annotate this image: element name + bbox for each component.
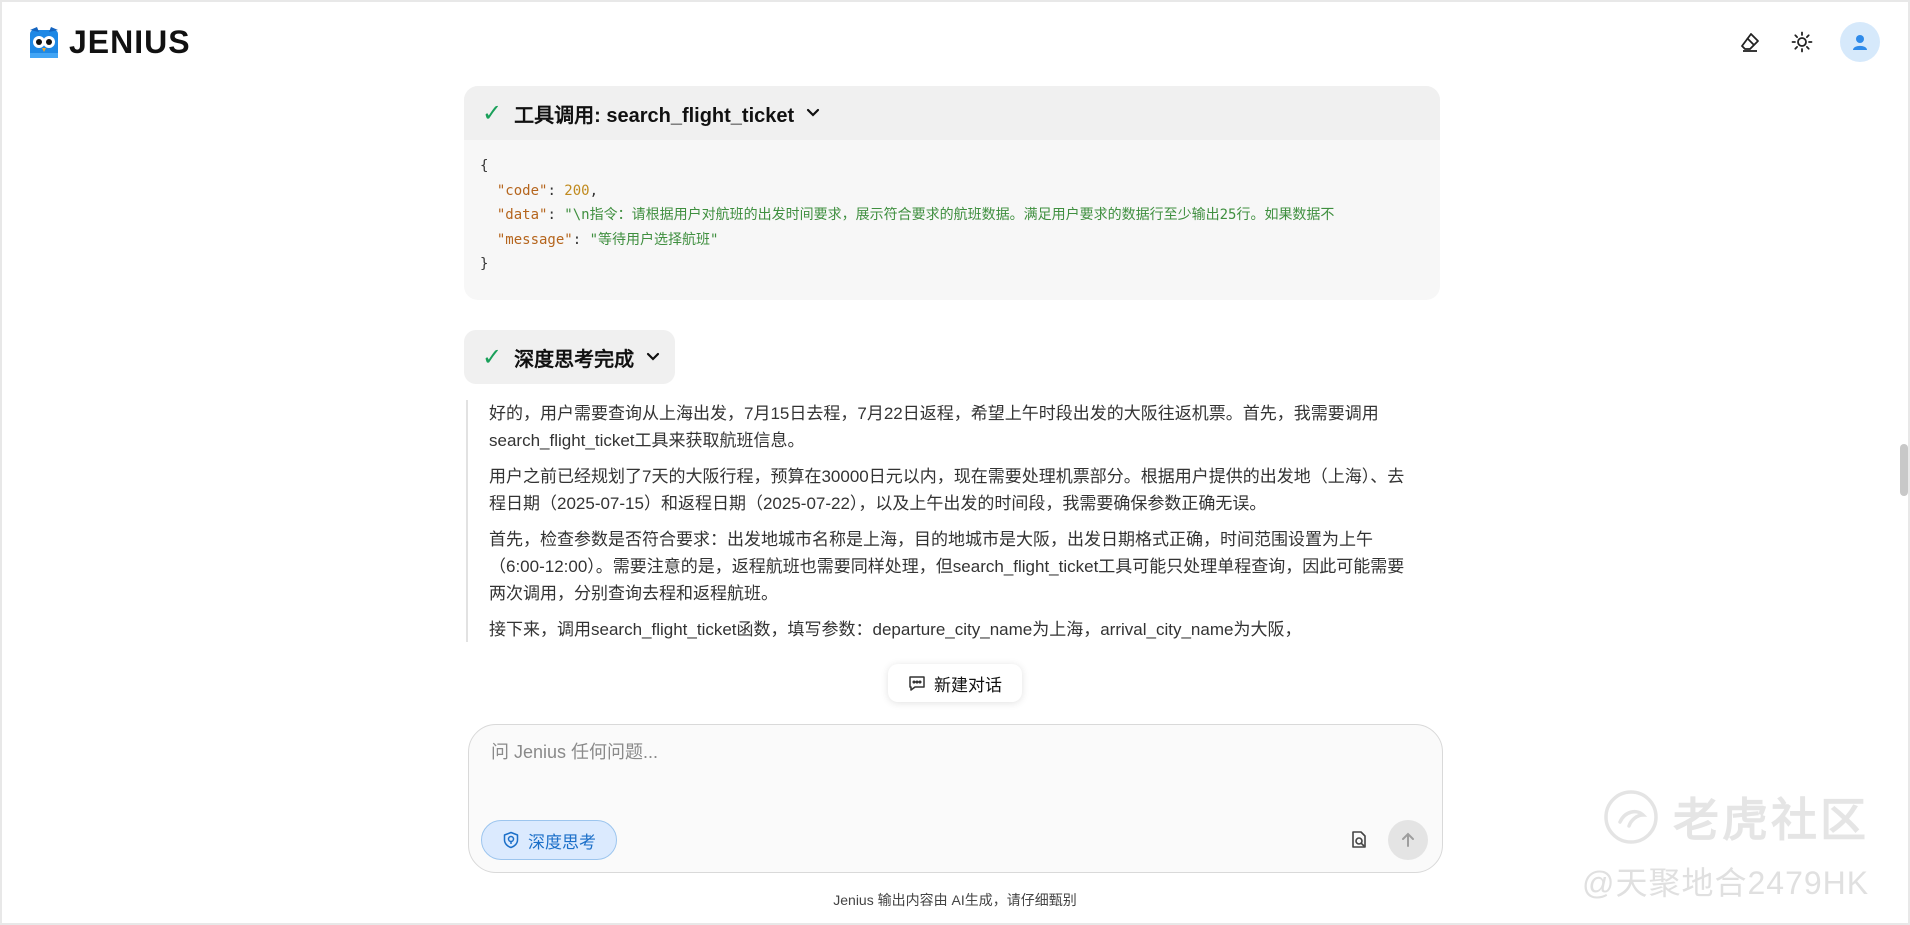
arrow-up-icon [1402,832,1414,847]
sun-icon[interactable] [1788,28,1816,56]
eraser-icon[interactable] [1736,28,1764,56]
watermark-handle: @天聚地合2479HK [1582,865,1870,901]
thinking-content: 好的，用户需要查询从上海出发，7月15日去程，7月22日返程，希望上午时段出发的… [466,400,1416,642]
new-chat-button[interactable]: 新建对话 [888,664,1022,702]
chat-bubble-icon [909,676,925,691]
deep-think-toggle[interactable]: 深度思考 [481,820,617,860]
composer: 深度思考 [468,724,1443,873]
new-chat-label: 新建对话 [934,675,1002,695]
brand-logo[interactable]: JENIUS [29,24,191,61]
brain-shield-icon [503,831,519,849]
tool-call-output: { "code": 200, "data": "\n指令：请根据用户对航班的出发… [464,140,1440,291]
deep-think-label: 深度思考 [528,832,596,852]
header-actions [1736,22,1880,62]
chevron-down-icon [647,352,660,361]
tiger-community-logo-icon [1604,790,1658,844]
watermark-brand: 老虎社区 [1673,794,1869,846]
code-brace-open: { [480,158,489,174]
thinking-paragraph: 首先，检查参数是否符合要求：出发地城市名称是上海，目的地城市是大阪，出发日期格式… [489,530,1405,603]
owl-logo-icon [29,26,59,59]
chevron-down-icon [807,108,820,117]
tool-call-header[interactable]: ✓ 工具调用: search_flight_ticket [464,86,1440,140]
send-button[interactable] [1388,820,1428,860]
user-avatar-icon[interactable] [1840,22,1880,62]
thinking-paragraph: 好的，用户需要查询从上海出发，7月15日去程，7月22日返程，希望上午时段出发的… [489,404,1379,450]
tool-call-title: 工具调用: search_flight_ticket [514,104,795,127]
chat-input[interactable] [489,741,1393,764]
code-line: "data": "\n指令：请根据用户对航班的出发时间要求，展示符合要求的航班数… [496,207,1335,223]
tool-call-card: ✓ 工具调用: search_flight_ticket { "code": 2… [464,86,1440,300]
check-icon: ✓ [482,99,503,127]
thinking-paragraph: 接下来，调用search_flight_ticket函数，填写参数：depart… [489,620,1302,639]
check-icon: ✓ [482,343,503,371]
code-line: "code": 200, [496,182,599,199]
code-line: "message": "等待用户选择航班" [496,231,719,248]
code-brace-close: } [480,256,489,272]
file-search-icon[interactable] [1348,829,1370,851]
thinking-title: 深度思考完成 [514,348,635,371]
thinking-toggle[interactable]: ✓ 深度思考完成 [464,330,675,384]
watermark-logo: 老虎社区 [1603,784,1869,850]
brand-name: JENIUS [69,24,191,60]
thinking-paragraph: 用户之前已经规划了7天的大阪行程，预算在30000日元以内，现在需要处理机票部分… [489,467,1405,513]
scrollbar-thumb[interactable] [1900,444,1908,496]
